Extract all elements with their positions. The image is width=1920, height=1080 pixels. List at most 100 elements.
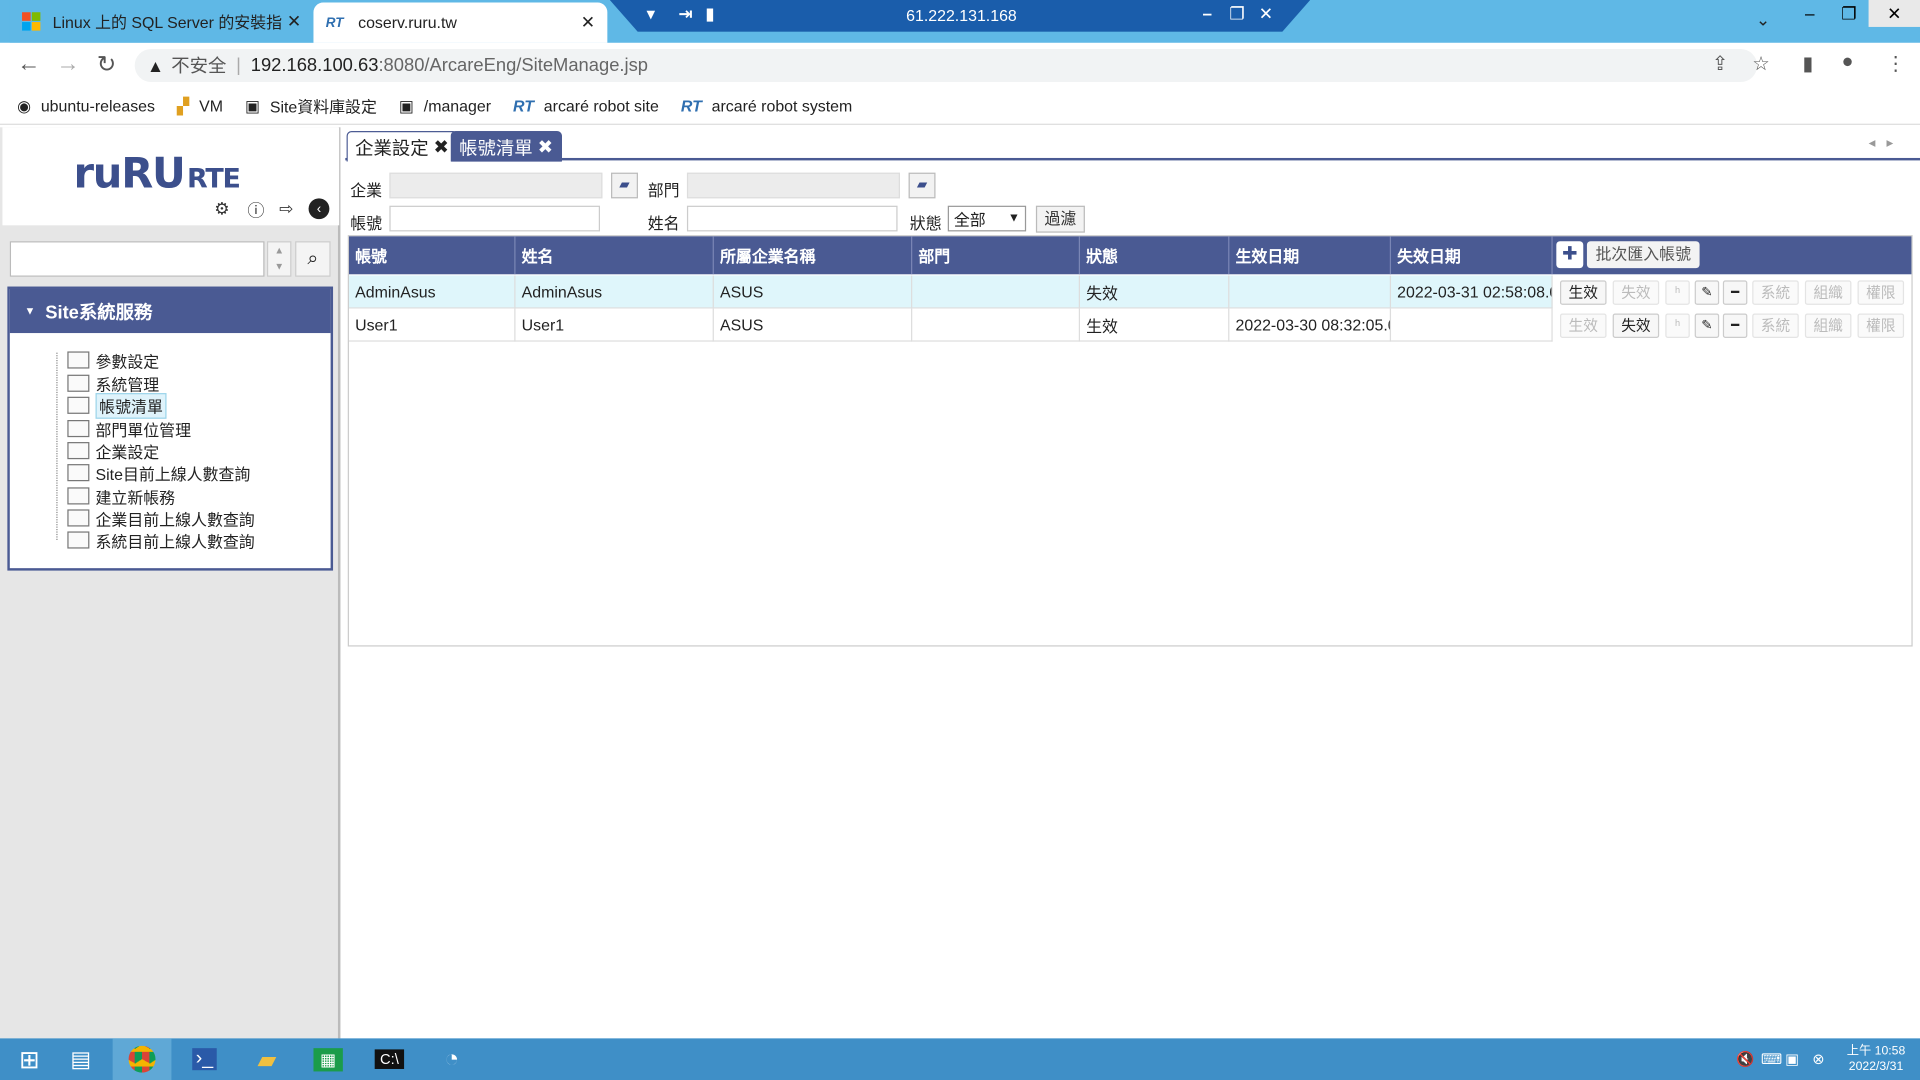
column-header[interactable]: 帳號 [349, 236, 516, 275]
network-icon[interactable]: ▣ [1785, 1051, 1799, 1068]
close-tab-icon[interactable]: ✕ [287, 11, 301, 32]
column-header[interactable]: 姓名 [516, 236, 714, 275]
tree-item-accounts[interactable]: 帳號清單 [67, 392, 167, 419]
pin-icon[interactable]: ▾ [647, 4, 656, 25]
server-manager-icon[interactable]: ▤ [51, 1038, 110, 1080]
permission-button[interactable]: 權限 [1857, 280, 1905, 305]
tree-item-system[interactable]: 系統管理 [67, 372, 159, 394]
collapse-back-icon[interactable]: ‹ [308, 198, 330, 220]
reload-icon[interactable]: ↻ [97, 51, 116, 79]
close-icon[interactable]: ✖ [538, 136, 553, 158]
close-icon[interactable]: ✕ [1259, 4, 1273, 25]
unlock-icon[interactable]: ʰ [1665, 280, 1690, 305]
cell-name: User1 [515, 308, 714, 342]
tree-item-new-account[interactable]: 建立新帳務 [67, 485, 175, 507]
search-icon[interactable]: ⌕ [295, 241, 331, 277]
start-icon[interactable]: ⊞ [0, 1038, 59, 1080]
tree-item-system-online[interactable]: 系統目前上線人數查詢 [67, 529, 255, 551]
logo-suffix: RTE [187, 164, 241, 195]
unlock-icon[interactable]: ʰ [1665, 313, 1690, 338]
notification-icon[interactable]: ⊗ [1812, 1051, 1824, 1068]
tree-item-company[interactable]: 企業設定 [67, 440, 159, 462]
file-explorer-icon[interactable]: ▰ [238, 1038, 297, 1080]
tab-company-settings[interactable]: 企業設定 ✖ [346, 131, 458, 162]
divider: | [236, 55, 241, 76]
system-button[interactable]: 系統 [1752, 280, 1799, 305]
bookmark-ubuntu-releases[interactable]: ◉ ubuntu-releases [17, 96, 155, 116]
info-icon[interactable]: ⓘ [247, 198, 264, 222]
cmd-icon[interactable]: C:\ [360, 1038, 419, 1080]
bookmark-robot-site[interactable]: RT arcaré robot site [513, 97, 659, 115]
tree-item-company-online[interactable]: 企業目前上線人數查詢 [67, 507, 255, 529]
spinner-icon[interactable]: ▲ ▼ [266, 241, 292, 277]
batch-import-button[interactable]: 批次匯入帳號 [1586, 241, 1700, 269]
browser-tab-sql-server[interactable]: Linux 上的 SQL Server 的安裝指 ✕ [9, 0, 314, 43]
logout-icon[interactable]: ⇨ [279, 198, 293, 219]
tab-search-chevron-icon[interactable]: ⌄ [1756, 10, 1770, 31]
bookmark-vm[interactable]: ▞ VM [177, 96, 223, 116]
column-header[interactable]: 狀態 [1080, 236, 1230, 275]
org-button[interactable]: 組織 [1804, 313, 1852, 338]
add-account-icon[interactable]: ✚ [1556, 241, 1584, 269]
edit-icon[interactable]: ✎ [1694, 313, 1720, 338]
column-header[interactable]: 所屬企業名稱 [714, 236, 913, 275]
table-row[interactable]: User1 User1 ASUS 生效 2022-03-30 08:32:05.… [348, 308, 1553, 342]
profile-icon[interactable]: ● [1842, 51, 1854, 73]
store-icon[interactable]: ▦ [299, 1038, 358, 1080]
bookmark-site-db[interactable]: ▣ Site資料庫設定 [245, 94, 377, 117]
share-icon[interactable]: ⇪ [1712, 51, 1728, 75]
close-icon[interactable]: ✕ [1868, 0, 1920, 27]
restore-icon[interactable]: ❐ [1829, 0, 1868, 27]
folder-open-icon[interactable]: ▰ [611, 172, 638, 199]
bookmark-manager[interactable]: ▣ /manager [399, 96, 491, 116]
chrome-icon[interactable] [112, 1038, 172, 1080]
pin-bar-icon[interactable]: ⇥ [678, 4, 692, 25]
bookmark-label: ubuntu-releases [40, 96, 155, 116]
gear-icon[interactable]: ⚙ [214, 198, 229, 219]
close-icon[interactable]: ✖ [433, 136, 448, 158]
column-header[interactable]: 部門 [912, 236, 1081, 275]
minimize-icon[interactable]: – [1790, 0, 1829, 27]
tree-section-header[interactable]: ▼ Site系統服務 [9, 288, 331, 334]
close-tab-icon[interactable]: ✕ [581, 12, 595, 33]
side-panel-icon[interactable]: ▮ [1802, 51, 1813, 75]
filter-button[interactable]: 過濾 [1035, 205, 1085, 233]
table-row[interactable]: AdminAsus AdminAsus ASUS 失效 2022-03-31 0… [348, 275, 1553, 309]
name-input[interactable] [686, 205, 898, 232]
deactivate-button[interactable]: 失效 [1612, 280, 1660, 305]
minimize-icon[interactable]: – [1202, 4, 1212, 24]
forward-icon[interactable]: → [56, 51, 79, 78]
bookmark-robot-system[interactable]: RT arcaré robot system [681, 97, 852, 115]
browser-tab-coserv[interactable]: RT coserv.ruru.tw ✕ [313, 2, 608, 43]
column-header[interactable]: 生效日期 [1229, 236, 1392, 275]
column-header[interactable]: 失效日期 [1391, 236, 1553, 275]
permission-button[interactable]: 權限 [1857, 313, 1905, 338]
remove-icon[interactable]: ━ [1722, 313, 1748, 338]
menu-icon[interactable]: ⋮ [1886, 51, 1906, 75]
system-button[interactable]: 系統 [1752, 313, 1799, 338]
tab-scroll-arrows-icon[interactable]: ◂ ▸ [1869, 135, 1894, 151]
tree-item-site-online[interactable]: Site目前上線人數查詢 [67, 462, 250, 484]
system-clock[interactable]: 上午 10:58 2022/3/31 [1847, 1043, 1906, 1075]
account-input[interactable] [389, 205, 601, 232]
status-select[interactable]: 全部 ▼ [947, 205, 1027, 232]
sidebar-search-input[interactable] [9, 241, 265, 277]
tab-account-list[interactable]: 帳號清單 ✖ [450, 131, 562, 162]
tree-item-departments[interactable]: 部門單位管理 [67, 418, 191, 440]
clock-app-icon[interactable]: ◔ [422, 1038, 481, 1080]
deactivate-button[interactable]: 失效 [1612, 313, 1660, 338]
edit-icon[interactable]: ✎ [1694, 280, 1720, 305]
activate-button[interactable]: 生效 [1560, 313, 1607, 338]
org-button[interactable]: 組織 [1804, 280, 1852, 305]
activate-button[interactable]: 生效 [1560, 280, 1607, 305]
url-bar[interactable]: ▲ 不安全 | 192.168.100.63 :8080/ArcareEng/S… [134, 48, 1758, 83]
folder-open-icon[interactable]: ▰ [908, 172, 936, 199]
tree-item-params[interactable]: 參數設定 [67, 349, 159, 371]
keyboard-icon[interactable]: ⌨ [1761, 1051, 1782, 1068]
remove-icon[interactable]: ━ [1722, 280, 1748, 305]
back-icon[interactable]: ← [17, 51, 40, 78]
star-icon[interactable]: ☆ [1752, 51, 1770, 75]
restore-icon[interactable]: ❐ [1229, 4, 1244, 25]
volume-icon[interactable]: 🔇 [1736, 1051, 1754, 1068]
powershell-icon[interactable]: ›_ [175, 1038, 234, 1080]
